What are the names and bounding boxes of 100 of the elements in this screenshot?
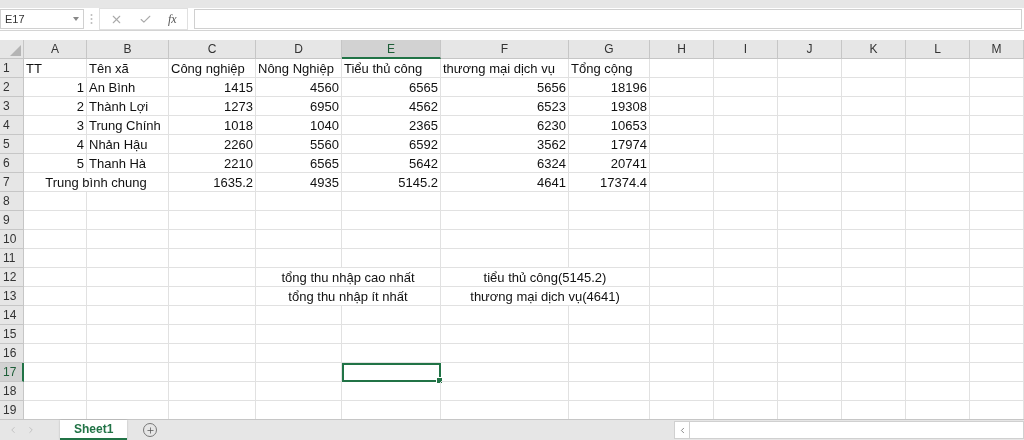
column-header[interactable]: M — [970, 40, 1024, 59]
empty-cell — [970, 135, 1024, 154]
row-header[interactable]: 7 — [0, 173, 24, 192]
empty-cell — [650, 154, 714, 173]
column-header[interactable]: G — [569, 40, 650, 59]
empty-cell — [842, 192, 906, 211]
table-cell: thương mại dịch vụ — [441, 59, 569, 78]
row-header[interactable]: 14 — [0, 306, 24, 325]
column-header[interactable]: I — [714, 40, 778, 59]
empty-cell — [842, 78, 906, 97]
column-header[interactable]: A — [24, 40, 87, 59]
empty-cell — [650, 78, 714, 97]
table-cell: 2365 — [342, 116, 441, 135]
scroll-left-icon[interactable] — [8, 425, 18, 435]
empty-cell — [778, 59, 842, 78]
empty-cell — [970, 249, 1024, 268]
empty-cell — [650, 116, 714, 135]
empty-cell — [970, 287, 1024, 306]
empty-cell — [970, 211, 1024, 230]
table-cell: Tổng cộng — [569, 59, 650, 78]
column-header[interactable]: D — [256, 40, 342, 59]
empty-cell — [970, 78, 1024, 97]
row-header[interactable]: 16 — [0, 344, 24, 363]
row-header[interactable]: 15 — [0, 325, 24, 344]
empty-cell — [778, 173, 842, 192]
table-cell: 4 — [24, 135, 87, 154]
sheet-tab[interactable]: Sheet1 — [60, 419, 128, 440]
empty-cell — [842, 287, 906, 306]
empty-cell — [906, 249, 970, 268]
active-cell[interactable] — [342, 363, 441, 382]
empty-cell — [906, 287, 970, 306]
row-header[interactable]: 17 — [0, 363, 24, 382]
row-header[interactable]: 1 — [0, 59, 24, 78]
caret-icon — [73, 17, 79, 21]
table-cell: tổng thu nhập cao nhất — [256, 268, 441, 287]
empty-cell — [906, 211, 970, 230]
empty-cell — [714, 268, 778, 287]
empty-cell — [650, 249, 714, 268]
column-header[interactable]: K — [842, 40, 906, 59]
row-header[interactable]: 3 — [0, 97, 24, 116]
empty-cell — [842, 268, 906, 287]
table-cell: 5560 — [256, 135, 342, 154]
row-header[interactable]: 12 — [0, 268, 24, 287]
column-header[interactable]: J — [778, 40, 842, 59]
empty-cell — [970, 268, 1024, 287]
row-header[interactable]: 18 — [0, 382, 24, 401]
column-header[interactable]: E — [342, 40, 441, 59]
empty-cell — [778, 249, 842, 268]
select-all-button[interactable] — [0, 40, 24, 59]
empty-cell — [778, 97, 842, 116]
empty-cell — [778, 287, 842, 306]
empty-cell — [714, 363, 778, 382]
empty-cell — [970, 173, 1024, 192]
row-header[interactable]: 11 — [0, 249, 24, 268]
empty-cell — [778, 211, 842, 230]
column-header[interactable]: L — [906, 40, 970, 59]
empty-cell — [650, 268, 714, 287]
row-header[interactable]: 2 — [0, 78, 24, 97]
name-box[interactable]: E17 — [0, 9, 84, 29]
row-header[interactable]: 6 — [0, 154, 24, 173]
empty-cell — [906, 306, 970, 325]
empty-cell — [842, 154, 906, 173]
row-header[interactable]: 13 — [0, 287, 24, 306]
table-cell: Tên xã — [87, 59, 169, 78]
empty-cell — [970, 382, 1024, 401]
empty-cell — [842, 211, 906, 230]
column-header[interactable]: B — [87, 40, 169, 59]
empty-cell — [650, 211, 714, 230]
row-header[interactable]: 19 — [0, 401, 24, 419]
row-header[interactable]: 10 — [0, 230, 24, 249]
column-header[interactable]: H — [650, 40, 714, 59]
empty-cell — [842, 363, 906, 382]
empty-cell — [906, 78, 970, 97]
empty-cell — [778, 382, 842, 401]
horizontal-scrollbar[interactable] — [674, 421, 1024, 439]
row-header[interactable]: 5 — [0, 135, 24, 154]
table-cell: 5642 — [342, 154, 441, 173]
empty-cell — [970, 154, 1024, 173]
insert-function-button[interactable]: fx — [168, 11, 177, 27]
table-cell: Nhản Hậu — [87, 135, 169, 154]
empty-cell — [650, 97, 714, 116]
empty-cell — [778, 325, 842, 344]
empty-cell — [842, 325, 906, 344]
row-header[interactable]: 4 — [0, 116, 24, 135]
column-header[interactable]: F — [441, 40, 569, 59]
formula-field[interactable] — [193, 9, 1022, 29]
column-header[interactable]: C — [169, 40, 256, 59]
row-header[interactable]: 9 — [0, 211, 24, 230]
empty-cell — [650, 306, 714, 325]
grip-icon — [90, 13, 93, 25]
table-cell: 6324 — [441, 154, 569, 173]
empty-cell — [906, 344, 970, 363]
row-header[interactable]: 8 — [0, 192, 24, 211]
table-cell: 20741 — [569, 154, 650, 173]
table-cell: 3 — [24, 116, 87, 135]
table-cell: 1040 — [256, 116, 342, 135]
empty-cell — [714, 382, 778, 401]
table-cell: 6592 — [342, 135, 441, 154]
scroll-right-icon[interactable] — [26, 425, 36, 435]
empty-cell — [906, 135, 970, 154]
